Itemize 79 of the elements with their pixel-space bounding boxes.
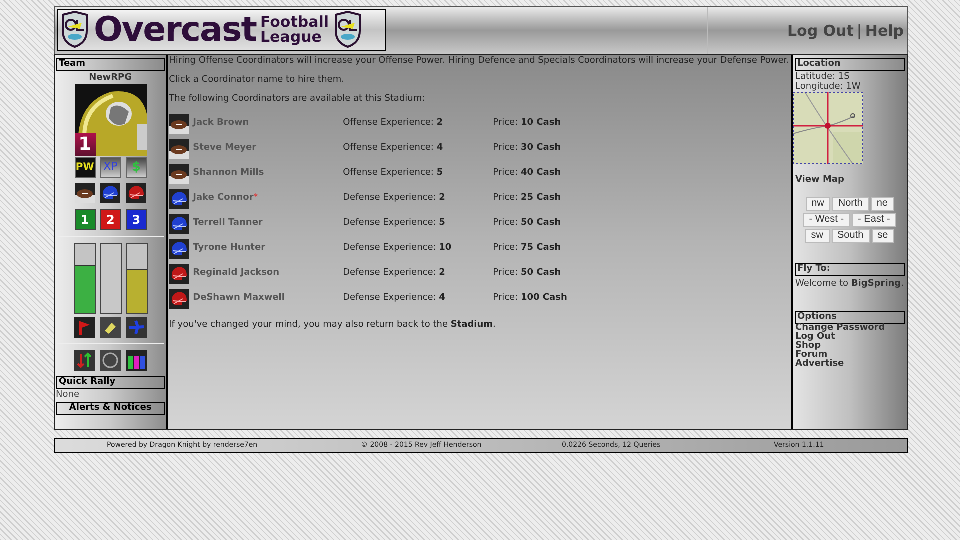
section-heading: Alerts & Notices: [56, 402, 166, 415]
people-icon: [126, 350, 148, 371]
price-text: Price: 25 Cash: [493, 192, 562, 206]
experience-text: Defense Experience: 2: [343, 267, 446, 280]
logo-subtitle: League: [260, 30, 323, 45]
welcome-text: Welcome to BigSpring.: [794, 278, 905, 290]
option-link[interactable]: Change Password: [792, 324, 907, 333]
view-map-link[interactable]: View Map: [792, 174, 907, 188]
section-heading: Fly To:: [794, 262, 905, 276]
price-text: Price: 10 Cash: [493, 117, 562, 130]
stadium-link[interactable]: Stadium: [450, 320, 494, 330]
latitude-text: Latitude: 1S: [794, 72, 851, 82]
experience-text: Defense Experience: 4: [343, 292, 446, 306]
closing-text: If you've changed your mind, you may also return back to the Stadium.: [169, 319, 497, 332]
section-heading: Options: [794, 311, 905, 324]
football-icon: [169, 114, 190, 134]
coordinator-link[interactable]: DeShawn Maxwell: [193, 292, 285, 306]
nav-separator: |: [856, 21, 862, 42]
direction-button[interactable]: North: [832, 196, 869, 210]
coordinator-link[interactable]: Tyrone Hunter: [193, 242, 266, 256]
price-text: Price: 50 Cash: [493, 267, 562, 280]
rally-value: None: [55, 389, 80, 402]
experience-text: Defense Experience: 10: [343, 242, 453, 256]
option-link[interactable]: Forum: [792, 351, 907, 360]
price-text: Price: 30 Cash: [493, 142, 562, 156]
option-link[interactable]: Log Out: [792, 333, 907, 342]
direction-button[interactable]: - West -: [803, 212, 850, 226]
helmet-icon: [126, 183, 147, 204]
helmet-icon: [169, 214, 190, 234]
longitude-text: Longitude: 1W: [794, 82, 862, 92]
direction-button[interactable]: sw: [805, 228, 830, 242]
football-icon: [169, 138, 190, 160]
coordinator-link[interactable]: Reginald Jackson: [193, 267, 280, 281]
team-name: NewRPG: [88, 73, 133, 84]
nav-link[interactable]: Log Out: [787, 20, 854, 43]
direction-button[interactable]: se: [872, 228, 894, 242]
option-link[interactable]: Advertise: [792, 360, 907, 369]
price-text: Price: 75 Cash: [493, 242, 562, 256]
section-heading: Team: [56, 58, 166, 71]
helmet-icon: [169, 188, 190, 210]
experience-text: Offense Experience: 5: [343, 167, 444, 180]
experience-text: Defense Experience: 5: [343, 217, 446, 230]
helmet-icon: [169, 288, 190, 310]
intro-text: Click a Coordinator name to hire them.: [169, 75, 346, 86]
intro-text: The following Coordinators are available at this Stadium:: [169, 94, 426, 105]
direction-button[interactable]: South: [832, 228, 870, 242]
flag-icon: [74, 317, 96, 338]
direction-button[interactable]: ne: [870, 196, 894, 210]
logo-subtitle: Football: [260, 15, 330, 30]
helmet-icon: [169, 238, 190, 260]
helmet-icon: [100, 183, 122, 204]
football-icon: [169, 164, 190, 184]
experience-text: Offense Experience: 2: [343, 117, 444, 130]
slot-button[interactable]: 2: [100, 209, 122, 230]
intro-text: Hiring Offense Coordinators will increase your Offense Power. Hiring Defence and Specials Coordinators will increase your Defense Power.: [169, 56, 790, 67]
helmet-icon: [169, 264, 190, 284]
new-marker: *: [254, 192, 258, 206]
coin-icon: [100, 350, 122, 371]
price-text: Price: 100 Cash: [493, 292, 568, 306]
direction-button[interactable]: nw: [806, 196, 830, 210]
experience-text: Offense Experience: 4: [343, 142, 444, 156]
football-icon: [74, 183, 96, 204]
price-text: Price: 50 Cash: [493, 217, 562, 230]
logo-title: Overcast: [94, 13, 256, 47]
slot-button[interactable]: 1: [74, 209, 96, 230]
rank-badge: 1: [74, 133, 96, 156]
option-link[interactable]: Shop: [792, 342, 907, 351]
price-text: Price: 40 Cash: [493, 167, 562, 180]
experience-text: Defense Experience: 2: [343, 192, 446, 206]
arrows-icon: [74, 350, 96, 371]
shield-logo-icon: [60, 11, 90, 49]
direction-button[interactable]: - East -: [852, 212, 896, 226]
section-heading: Location: [794, 58, 905, 71]
shield-logo-icon: [333, 11, 364, 49]
slot-button[interactable]: 3: [126, 209, 147, 230]
power-button[interactable]: PW: [74, 157, 96, 178]
section-heading: Quick Rally: [56, 376, 166, 389]
nav-link[interactable]: Help: [865, 20, 904, 43]
airplane-icon: [126, 317, 148, 338]
